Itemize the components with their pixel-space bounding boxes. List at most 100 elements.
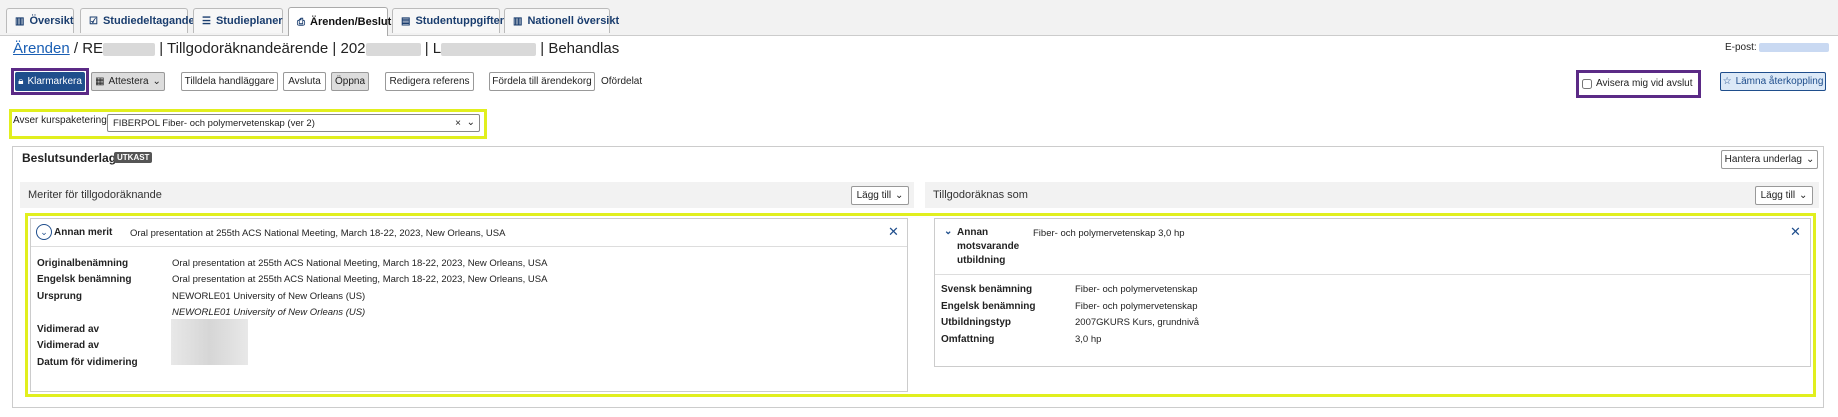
tab-label: Översikt [29, 15, 74, 27]
close-icon[interactable]: ✕ [888, 224, 899, 240]
clear-icon[interactable]: × [455, 118, 461, 129]
right-column-header: Tillgodoräknas som [925, 182, 1819, 208]
field-value: Fiber- och polymervetenskap [1075, 301, 1198, 312]
divider [935, 274, 1810, 275]
checkbox-icon: ☑ [89, 15, 98, 27]
case-status: | Behandlas [540, 40, 620, 57]
hantera-underlag-button[interactable]: Hantera underlag ⌄ [1721, 150, 1818, 169]
chevron-down-icon[interactable]: ⌄ [944, 226, 952, 237]
lock-icon: 🔒︎ [18, 76, 24, 87]
tab-studieplaner[interactable]: ☰ Studieplaner [193, 8, 283, 33]
button-label: Tilldela handläggare [184, 76, 275, 87]
course-select[interactable]: FIBERPOL Fiber- och polymervetenskap (ve… [107, 114, 480, 132]
field-label: Utbildningstyp [941, 317, 1011, 328]
lamna-aterkoppling-button[interactable]: ☆ Lämna återkoppling [1720, 72, 1826, 91]
button-label: Redigera referens [389, 76, 470, 87]
field-label: Engelsk benämning [941, 301, 1036, 312]
email-label: E-post: [1725, 42, 1757, 53]
field-label: Vidimerad av [37, 340, 100, 351]
field-label: Omfattning [941, 334, 995, 345]
email-info: E-post: [1725, 42, 1830, 53]
field-value: Fiber- och polymervetenskap [1075, 284, 1198, 295]
merit-card [30, 218, 908, 392]
chevron-down-icon: ⌄ [895, 190, 904, 201]
chevron-down-icon[interactable]: ⌄ [467, 117, 475, 128]
left-add-button[interactable]: Lägg till ⌄ [851, 186, 909, 205]
field-value: 2007GKURS Kurs, grundnivå [1075, 317, 1200, 328]
button-label: Klarmarkera [27, 76, 82, 87]
breadcrumb-arenden-link[interactable]: Ärenden [13, 40, 70, 57]
tab-nationell-oversikt[interactable]: ▥ Nationell översikt [504, 8, 619, 33]
field-label: Vidimerad av [37, 324, 100, 335]
redigera-referens-button[interactable]: Redigera referens [385, 72, 474, 91]
button-label: Öppna [334, 76, 366, 87]
klarmarkera-button[interactable]: 🔒︎ Klarmarkera [15, 72, 85, 91]
course-select-value: FIBERPOL Fiber- och polymervetenskap (ve… [113, 117, 315, 129]
tab-label: Studiedeltagande [102, 15, 195, 27]
status-badge: UTKAST [114, 152, 153, 163]
chevron-down-icon: ⌄ [1805, 154, 1815, 165]
button-label: Lägg till [856, 190, 892, 201]
field-value-italic: NEWORLE01 University of New Orleans (US) [172, 307, 366, 318]
calendar-icon: ▦ [95, 76, 105, 87]
field-label: Datum för vidimering [37, 357, 138, 368]
right-add-button[interactable]: Lägg till ⌄ [1755, 186, 1813, 205]
credit-type: Annan [957, 227, 989, 238]
credit-type: motsvarande [957, 241, 1020, 252]
tab-label: Studieplaner [215, 15, 283, 27]
credit-card [934, 218, 1811, 367]
field-label: Originalbenämning [37, 258, 129, 269]
map-icon: ▥ [15, 15, 25, 27]
field-label: Ursprung [37, 291, 82, 302]
student-name: | L [424, 40, 442, 57]
chevron-down-icon: ⌄ [152, 76, 161, 87]
credit-summary: Fiber- och polymervetenskap 3,0 hp [1033, 228, 1185, 239]
avisera-checkbox[interactable] [1582, 78, 1592, 89]
panel-title: Beslutsunderlag [22, 151, 117, 165]
tab-label: Ärenden/Beslut [310, 16, 392, 28]
document-icon: ▤ [401, 15, 411, 27]
attestera-button[interactable]: ▦ Attestera ⌄ [91, 72, 165, 91]
tab-oversikt[interactable]: ▥ Översikt [6, 8, 74, 33]
tab-studentuppgifter[interactable]: ▤ Studentuppgifter [392, 8, 504, 33]
chevron-down-icon: ⌄ [1799, 190, 1808, 201]
inbox-icon: ⎙ [297, 16, 305, 28]
field-label: Svensk benämning [941, 284, 1033, 295]
star-icon: ☆ [1722, 76, 1732, 87]
field-label: Engelsk benämning [37, 274, 132, 285]
oppna-button[interactable]: Öppna [331, 72, 369, 91]
divider [31, 246, 907, 247]
tab-label: Studentuppgifter [415, 15, 505, 27]
field-value: 3,0 hp [1075, 334, 1102, 345]
credit-type: utbildning [957, 255, 1006, 266]
tab-label: Nationell översikt [527, 15, 620, 27]
email-value[interactable] [1759, 42, 1830, 52]
avisera-checkbox-row[interactable]: Avisera mig vid avslut [1582, 78, 1693, 89]
distribution-status: Ofördelat [601, 76, 643, 87]
map-icon: ▥ [513, 15, 523, 27]
case-type: | Tillgodoräknandeärende | 202 [159, 40, 366, 57]
column-title: Meriter för tillgodoräknande [28, 189, 162, 201]
tab-arenden-beslut[interactable]: ⎙ Ärenden/Beslut [288, 7, 392, 36]
fordela-arendekorg-button[interactable]: Fördela till ärendekorg [489, 72, 595, 91]
page-title: Ärenden / RE | Tillgodoräknandeärende | … [13, 40, 619, 57]
field-value: Oral presentation at 255th ACS National … [172, 274, 548, 285]
list-icon: ☰ [202, 15, 211, 27]
tab-studiedeltagande[interactable]: ☑ Studiedeltagande [80, 8, 195, 33]
close-icon[interactable]: ✕ [1790, 224, 1801, 240]
column-title: Tillgodoräknas som [933, 189, 1028, 201]
button-label: Attestera [108, 76, 149, 87]
avsluta-button[interactable]: Avsluta [283, 72, 326, 91]
button-label: Lämna återkoppling [1735, 76, 1824, 87]
merit-summary: Oral presentation at 255th ACS National … [130, 228, 506, 239]
redacted-text [441, 42, 537, 56]
button-label: Avsluta [288, 76, 321, 87]
checkbox-label: Avisera mig vid avslut [1596, 78, 1693, 89]
merit-type: Annan merit [54, 227, 113, 238]
chevron-down-icon[interactable]: ⌄ [36, 224, 52, 240]
case-number: / RE [69, 40, 104, 57]
tilldela-handlaggare-button[interactable]: Tilldela handläggare [181, 72, 278, 91]
field-value: Oral presentation at 255th ACS National … [172, 258, 548, 269]
left-column-header: Meriter för tillgodoräknande [20, 182, 914, 208]
field-value: NEWORLE01 University of New Orleans (US) [172, 291, 366, 302]
